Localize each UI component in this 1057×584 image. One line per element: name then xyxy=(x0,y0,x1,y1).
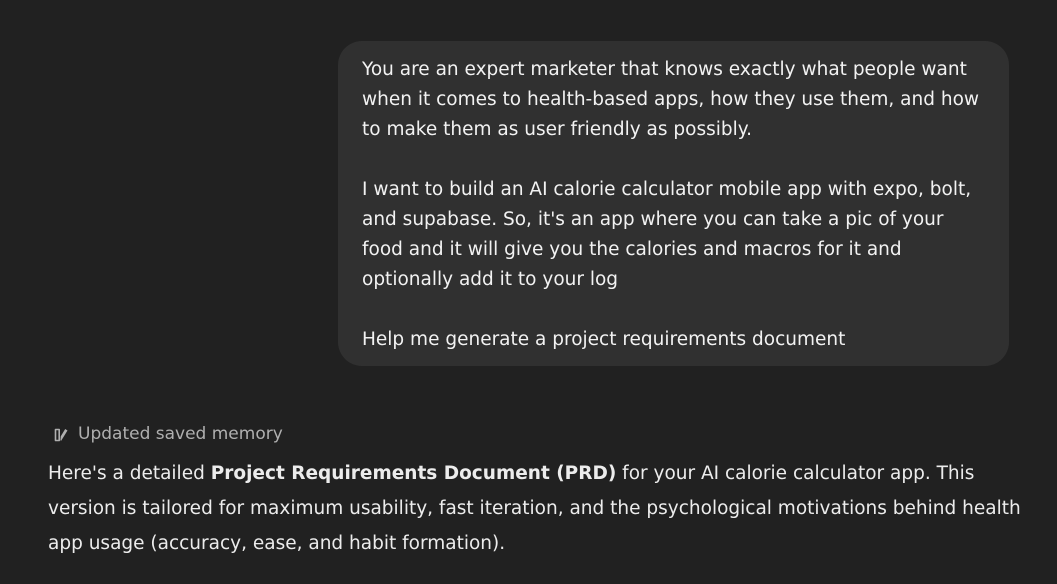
user-message-bubble: You are an expert marketer that knows ex… xyxy=(338,41,1009,366)
assistant-intro-bold: Project Requirements Document (PRD) xyxy=(210,463,617,484)
user-message-paragraph-1: You are an expert marketer that knows ex… xyxy=(362,59,985,140)
assistant-message: Here's a detailed Project Requirements D… xyxy=(48,456,1038,561)
user-message-paragraph-3: Help me generate a project requirements … xyxy=(362,329,846,350)
assistant-intro-before: Here's a detailed xyxy=(48,463,211,484)
memory-pen-icon xyxy=(53,426,70,443)
memory-updated-status[interactable]: Updated saved memory xyxy=(53,422,283,446)
memory-updated-label: Updated saved memory xyxy=(78,424,283,444)
user-message-paragraph-2: I want to build an AI calorie calculator… xyxy=(362,179,977,290)
